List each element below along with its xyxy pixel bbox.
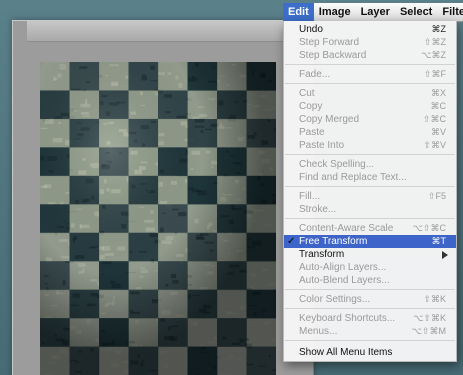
menu-separator <box>285 83 455 84</box>
menu-item-shortcut: ⌘T <box>431 236 447 246</box>
menubar-item-edit[interactable]: Edit <box>283 3 314 21</box>
menubar-item-select[interactable]: Select <box>395 3 437 21</box>
menu-item-shortcut: ⌥⇧⌘K <box>413 313 446 323</box>
menu-item-label: Menus... <box>299 326 338 337</box>
menu-item-shortcut: ⌥⇧⌘C <box>412 223 446 233</box>
menu-item-auto-blend-layers[interactable]: Auto-Blend Layers... <box>284 274 456 287</box>
menu-item-label: Transform <box>299 249 345 260</box>
menu-item-shortcut: ⇧⌘K <box>423 294 446 304</box>
menu-item-shortcut: ⌘Z <box>431 24 447 34</box>
menu-item-shortcut: ⇧⌘Z <box>423 37 446 47</box>
menu-separator <box>285 64 455 65</box>
menubar-item-filte[interactable]: Filte <box>437 3 463 21</box>
menu-separator <box>285 289 455 290</box>
menu-item-transform[interactable]: Transform <box>284 248 456 261</box>
menu-item-shortcut: ⌘C <box>430 101 447 111</box>
menu-item-paste[interactable]: Paste ⌘V <box>284 126 456 139</box>
menu-separator <box>285 340 455 341</box>
menu-item-label: Paste Into <box>299 140 345 151</box>
menu-item-label: Auto-Align Layers... <box>299 262 387 273</box>
menu-item-paste-into[interactable]: Paste Into ⇧⌘V <box>284 139 456 152</box>
menu-item-show-all-menu-items[interactable]: Show All Menu Items <box>284 346 456 359</box>
menu-item-fade[interactable]: Fade... ⇧⌘F <box>284 68 456 81</box>
menu-item-cut[interactable]: Cut ⌘X <box>284 87 456 100</box>
menu-item-undo[interactable]: Undo ⌘Z <box>284 23 456 36</box>
menu-item-auto-align-layers[interactable]: Auto-Align Layers... <box>284 261 456 274</box>
menu-item-shortcut: ⇧⌘C <box>422 114 446 124</box>
menu-item-label: Check Spelling... <box>299 159 375 170</box>
menu-item-shortcut: ⇧⌘F <box>423 69 446 79</box>
menu-item-keyboard-shortcuts[interactable]: Keyboard Shortcuts... ⌥⇧⌘K <box>284 312 456 325</box>
menu-item-label: Keyboard Shortcuts... <box>299 313 396 324</box>
menu-separator <box>285 154 455 155</box>
menu-item-label: Copy Merged <box>299 114 360 125</box>
menu-item-label: Auto-Blend Layers... <box>299 275 390 286</box>
menu-item-shortcut: ⌘V <box>430 127 446 137</box>
photoshop-workspace: Edit Image Layer Select Filte Undo ⌘Z Step For… <box>0 0 463 375</box>
menu-item-shortcut: ⌥⌘Z <box>421 50 446 60</box>
menu-item-stroke[interactable]: Stroke... <box>284 203 456 216</box>
checkerboard-canvas <box>40 62 276 375</box>
menu-item-content-aware-scale[interactable]: Content-Aware Scale ⌥⇧⌘C <box>284 222 456 235</box>
menu-item-label: Cut <box>299 88 315 99</box>
menu-item-label: Step Backward <box>299 50 367 61</box>
menu-item-label: Copy <box>299 101 323 112</box>
menu-item-copy[interactable]: Copy ⌘C <box>284 100 456 113</box>
menu-item-label: Color Settings... <box>299 294 371 305</box>
menu-item-find-and-replace-text[interactable]: Find and Replace Text... <box>284 171 456 184</box>
menu-item-fill[interactable]: Fill... ⇧F5 <box>284 190 456 203</box>
menu-item-label: Fade... <box>299 69 331 80</box>
menu-item-step-forward[interactable]: Step Forward ⇧⌘Z <box>284 36 456 49</box>
menu-item-shortcut: ⌘X <box>430 88 446 98</box>
menu-separator <box>285 186 455 187</box>
menu-item-shortcut: ⇧F5 <box>427 191 446 201</box>
document-title-bar[interactable] <box>27 21 307 42</box>
menu-item-label: Stroke... <box>299 204 337 215</box>
menu-item-label: Step Forward <box>299 37 360 48</box>
edit-menu-dropdown: Undo ⌘Z Step Forward ⇧⌘Z Step Backward ⌥⌘Z Fad… <box>283 21 457 362</box>
menu-item-label: Free Transform <box>299 236 368 247</box>
menu-item-label: Find and Replace Text... <box>299 172 407 183</box>
menu-item-label: Content-Aware Scale <box>299 223 394 234</box>
menubar-item-image[interactable]: Image <box>314 3 356 21</box>
checkerboard-image[interactable] <box>40 62 276 375</box>
menu-separator <box>285 308 455 309</box>
menu-item-label: Paste <box>299 127 325 138</box>
submenu-arrow-icon <box>442 251 448 259</box>
menu-item-menus[interactable]: Menus... ⌥⇧⌘M <box>284 325 456 338</box>
menu-item-check-spelling[interactable]: Check Spelling... <box>284 158 456 171</box>
menu-item-copy-merged[interactable]: Copy Merged ⇧⌘C <box>284 113 456 126</box>
menu-item-shortcut: ⌥⇧⌘M <box>411 326 446 336</box>
checkmark-icon: ✓ <box>287 236 296 247</box>
menu-separator <box>285 218 455 219</box>
menu-item-color-settings[interactable]: Color Settings... ⇧⌘K <box>284 293 456 306</box>
menu-item-label: Fill... <box>299 191 321 202</box>
menubar-item-layer[interactable]: Layer <box>356 3 395 21</box>
menu-item-step-backward[interactable]: Step Backward ⌥⌘Z <box>284 49 456 62</box>
menu-item-shortcut: ⇧⌘V <box>423 140 446 150</box>
menu-bar: Edit Image Layer Select Filte <box>283 3 463 22</box>
menu-item-label: Undo <box>299 24 323 35</box>
menu-item-free-transform[interactable]: ✓ Free Transform ⌘T <box>284 235 456 248</box>
menu-item-label: Show All Menu Items <box>299 347 393 358</box>
